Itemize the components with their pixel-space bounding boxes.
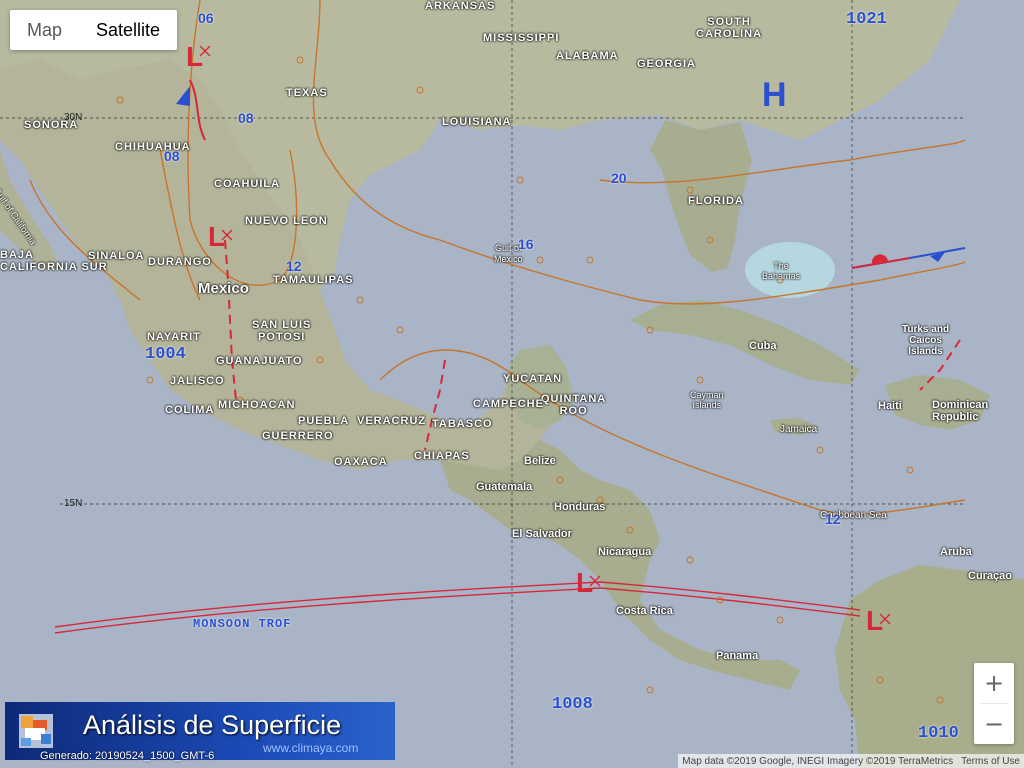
place-label: Cayman Islands xyxy=(690,390,724,410)
place-label: Haiti xyxy=(878,400,902,412)
place-label: LOUISIANA xyxy=(442,116,512,128)
place-label: COLIMA xyxy=(165,404,215,416)
svg-text:H: H xyxy=(762,76,787,114)
isobar-label-1010: 1010 xyxy=(918,724,959,743)
place-label: Curaçao xyxy=(968,570,1013,582)
place-label: Turks and Caicos Islands xyxy=(902,324,950,357)
monsoon-trough-label: MONSOON TROF xyxy=(193,617,292,631)
place-label: NUEVO LEON xyxy=(245,215,328,227)
isobar-label: 12 xyxy=(825,511,841,527)
place-label: SINALOA xyxy=(88,250,145,262)
place-label: SONORA xyxy=(24,119,79,131)
map-type-map-button[interactable]: Map xyxy=(10,10,79,50)
place-label: Nicaragua xyxy=(598,546,652,558)
place-label: PUEBLA xyxy=(298,415,350,427)
place-label: DURANGO xyxy=(148,256,212,268)
place-label: The Bahamas xyxy=(762,261,801,281)
place-label: COAHUILA xyxy=(214,178,281,190)
place-label: Belize xyxy=(524,455,556,467)
svg-text:L: L xyxy=(866,605,883,636)
isobar-label: 08 xyxy=(164,148,180,164)
isobar-label-1021: 1021 xyxy=(846,10,887,29)
map-canvas[interactable]: L L L L H 30N 15N ARKANSAS MISSISSIPPI S… xyxy=(0,0,1024,768)
place-label: SAN LUIS POTOSI xyxy=(252,319,312,343)
place-label: GUANAJUATO xyxy=(216,355,303,367)
isobar-label-1004: 1004 xyxy=(145,345,186,364)
place-label: JALISCO xyxy=(170,375,225,387)
zoom-out-button[interactable]: − xyxy=(974,704,1014,744)
place-label: Honduras xyxy=(554,501,606,513)
place-label: Cuba xyxy=(749,340,777,352)
generated-timestamp: Generado: 20190524_1500_GMT-6 xyxy=(40,750,215,762)
isobar-label-1008: 1008 xyxy=(552,695,593,714)
place-label: FLORIDA xyxy=(688,195,744,207)
terms-of-use-link[interactable]: Terms of Use xyxy=(957,756,1024,767)
place-label: NAYARIT xyxy=(147,331,201,343)
place-label: VERACRUZ xyxy=(357,415,427,427)
isobar-label: 20 xyxy=(611,170,627,186)
climaya-logo-icon xyxy=(19,714,53,748)
place-label: Panama xyxy=(716,650,759,662)
place-label: ARKANSAS xyxy=(425,0,496,12)
isobar-label: 12 xyxy=(286,258,302,274)
place-label: SOUTH CAROLINA xyxy=(696,16,763,40)
place-label: TEXAS xyxy=(286,87,328,99)
zoom-in-button[interactable]: + xyxy=(974,663,1014,703)
place-label: GEORGIA xyxy=(637,58,696,70)
svg-text:L: L xyxy=(208,221,225,252)
place-label: GUERRERO xyxy=(262,430,334,442)
place-label: QUINTANA ROO xyxy=(541,393,607,417)
place-label: TABASCO xyxy=(432,418,493,430)
place-label: Costa Rica xyxy=(616,605,673,617)
place-label: El Salvador xyxy=(512,528,572,540)
place-label: MICHOACAN xyxy=(218,399,296,411)
place-label: TAMAULIPAS xyxy=(273,274,354,286)
isobar-label: 06 xyxy=(198,10,214,26)
place-label: ALABAMA xyxy=(556,50,619,62)
map-type-control: Map Satellite xyxy=(10,10,178,50)
map-type-satellite-button[interactable]: Satellite xyxy=(79,10,177,50)
place-label: Mexico xyxy=(198,280,249,297)
isobar-label: 16 xyxy=(518,236,534,252)
place-label: Jamaica xyxy=(780,424,818,435)
place-label: OAXACA xyxy=(334,456,388,468)
place-label: MISSISSIPPI xyxy=(483,32,560,44)
place-label: CHIAPAS xyxy=(414,450,470,462)
place-label: Guatemala xyxy=(476,481,533,493)
svg-text:L: L xyxy=(576,567,593,598)
isobar-label: 08 xyxy=(238,110,254,126)
banner-website[interactable]: www.climaya.com xyxy=(263,741,358,755)
place-label: CAMPECHE xyxy=(473,398,544,410)
map-data-attribution: Map data ©2019 Google, INEGI Imagery ©20… xyxy=(682,755,954,767)
place-label: Aruba xyxy=(940,546,972,558)
latitude-label-15n: 15N xyxy=(64,498,83,509)
attribution-bar: Map data ©2019 Google, INEGI Imagery ©20… xyxy=(678,754,1024,768)
banner-title: Análisis de Superficie xyxy=(83,710,342,740)
place-label: YUCATAN xyxy=(503,373,563,385)
place-label: Dominican Republic xyxy=(932,399,989,423)
zoom-control: + − xyxy=(974,663,1014,744)
